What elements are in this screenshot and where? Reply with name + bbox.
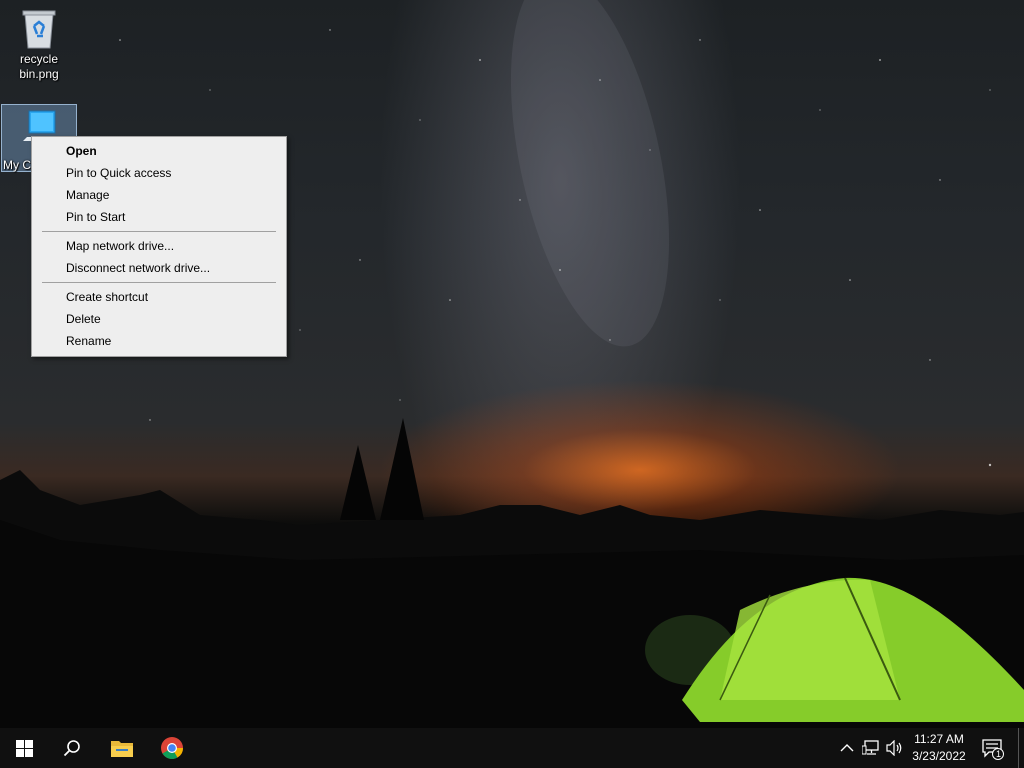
menu-item-open[interactable]: Open [32,140,286,162]
menu-item-pin-to-start[interactable]: Pin to Start [32,206,286,228]
show-desktop-button[interactable] [1018,728,1024,768]
wallpaper [0,0,1024,728]
clock-time: 11:27 AM [914,732,964,746]
volume-icon [886,740,902,756]
menu-item-manage[interactable]: Manage [32,184,286,206]
menu-item-rename[interactable]: Rename [32,330,286,352]
context-menu: Open Pin to Quick access Manage Pin to S… [31,136,287,357]
file-explorer-button[interactable] [98,728,146,768]
network-icon [862,740,879,755]
notification-count-badge: 1 [995,749,1001,759]
recycle-bin-icon [22,10,56,49]
chevron-up-icon [840,744,854,752]
search-icon [63,740,80,757]
action-center-button[interactable]: 1 [981,736,1005,760]
chrome-button[interactable] [148,728,196,768]
menu-item-pin-to-quick-access[interactable]: Pin to Quick access [32,162,286,184]
windows-logo-icon [15,739,33,757]
volume-button[interactable] [885,738,905,758]
folder-icon [111,741,133,757]
menu-item-map-network-drive[interactable]: Map network drive... [32,235,286,257]
clock[interactable]: 11:27 AM 3/23/2022 [907,731,971,765]
clock-date: 3/23/2022 [912,749,966,763]
desktop-icon-recycle-bin[interactable]: recycle bin.png [1,6,77,82]
recycle-bin-label: recycle bin.png [19,52,59,81]
menu-separator [42,282,276,283]
my-computer-label: My C [3,158,31,172]
menu-item-delete[interactable]: Delete [32,308,286,330]
search-button[interactable] [48,728,96,768]
menu-item-disconnect-network-drive[interactable]: Disconnect network drive... [32,257,286,279]
show-hidden-icons-button[interactable] [837,738,857,758]
taskbar: 11:27 AM 3/23/2022 1 [0,728,1024,768]
desktop[interactable]: recycle bin.png My C Open Pin to Quick a… [0,0,1024,768]
chrome-icon [161,737,183,759]
start-button[interactable] [0,728,48,768]
network-button[interactable] [861,738,881,758]
menu-item-create-shortcut[interactable]: Create shortcut [32,286,286,308]
menu-separator [42,231,276,232]
